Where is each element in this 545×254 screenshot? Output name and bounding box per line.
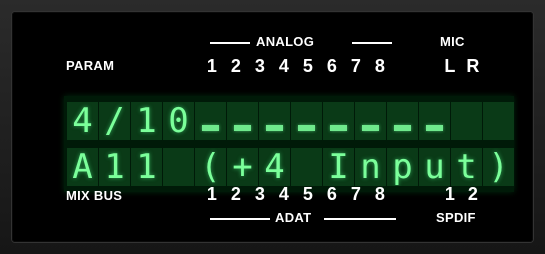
analog-channel-number: 3 xyxy=(254,56,266,76)
lcd-char-cell xyxy=(291,102,322,140)
level-meter-segment xyxy=(394,125,411,131)
lcd-char-cell xyxy=(323,102,354,140)
analog-line-right xyxy=(352,42,392,44)
adat-channel-number: 2 xyxy=(230,184,242,204)
lcd-char-cell xyxy=(291,148,322,186)
lcd-char-cell: ) xyxy=(483,148,514,186)
analog-label: ANALOG xyxy=(256,34,315,49)
adat-channel-number: 6 xyxy=(326,184,338,204)
adat-channel-number: 1 xyxy=(206,184,218,204)
mix-bus-label: MIX BUS xyxy=(66,188,123,203)
lcd-char-cell: t xyxy=(451,148,482,186)
mic-channel-number: L xyxy=(444,56,456,76)
lcd-char-cell: n xyxy=(355,148,386,186)
adat-channel-number: 3 xyxy=(254,184,266,204)
level-meter-segment xyxy=(330,125,347,131)
lcd-char-cell: 1 xyxy=(131,102,162,140)
lcd-screen: 4/1 0 A 1 1(+4 In p u t) xyxy=(64,96,514,192)
mic-channel-number: R xyxy=(466,56,480,76)
lcd-char-cell: 1 xyxy=(131,148,162,186)
analog-channel-number: 8 xyxy=(374,56,386,76)
lcd-char-cell: 0 xyxy=(163,102,194,140)
lcd-char-cell xyxy=(195,102,226,140)
display-panel: PARAM ANALOG MIC 12345678 LR 4/1 0 A 1 1(+4… xyxy=(12,12,533,242)
lcd-char-cell: 1 xyxy=(99,148,130,186)
adat-channel-number: 4 xyxy=(278,184,290,204)
lcd-char-cell: p xyxy=(387,148,418,186)
spdif-label: SPDIF xyxy=(436,210,476,225)
lcd-char-cell: / xyxy=(99,102,130,140)
lcd-char-cell: A xyxy=(67,148,98,186)
lcd-char-cell: + xyxy=(227,148,258,186)
analog-channel-number: 1 xyxy=(206,56,218,76)
lcd-char-cell xyxy=(259,102,290,140)
lcd-char-cell xyxy=(483,102,514,140)
adat-line-left xyxy=(210,218,270,220)
lcd-char-cell xyxy=(227,102,258,140)
level-meter-segment xyxy=(266,125,283,131)
lcd-char-cell xyxy=(163,148,194,186)
lcd-char-cell xyxy=(451,102,482,140)
analog-channel-number: 6 xyxy=(326,56,338,76)
level-meter-segment xyxy=(234,125,251,131)
param-label: PARAM xyxy=(66,58,115,73)
lcd-char-cell xyxy=(387,102,418,140)
spdif-channel-number: 2 xyxy=(467,184,479,204)
level-meter-segment xyxy=(202,125,219,131)
lcd-char-cell xyxy=(355,102,386,140)
lcd-char-cell xyxy=(419,102,450,140)
lcd-char-cell: ( xyxy=(195,148,226,186)
analog-channel-number: 7 xyxy=(350,56,362,76)
spdif-channel-number: 1 xyxy=(444,184,456,204)
lcd-char-cell: 4 xyxy=(67,102,98,140)
level-meter-segment xyxy=(298,125,315,131)
lcd-char-cell: u xyxy=(419,148,450,186)
analog-channel-number: 2 xyxy=(230,56,242,76)
adat-label: ADAT xyxy=(275,210,312,225)
mic-label: MIC xyxy=(440,34,465,49)
lcd-char-cell: 4 xyxy=(259,148,290,186)
analog-line-left xyxy=(210,42,250,44)
analog-channel-number: 4 xyxy=(278,56,290,76)
analog-channel-number: 5 xyxy=(302,56,314,76)
adat-line-right xyxy=(324,218,396,220)
adat-channel-number: 5 xyxy=(302,184,314,204)
adat-channel-number: 8 xyxy=(374,184,386,204)
adat-channel-number: 7 xyxy=(350,184,362,204)
level-meter-segment xyxy=(426,125,443,131)
level-meter-segment xyxy=(362,125,379,131)
lcd-char-cell: I xyxy=(323,148,354,186)
